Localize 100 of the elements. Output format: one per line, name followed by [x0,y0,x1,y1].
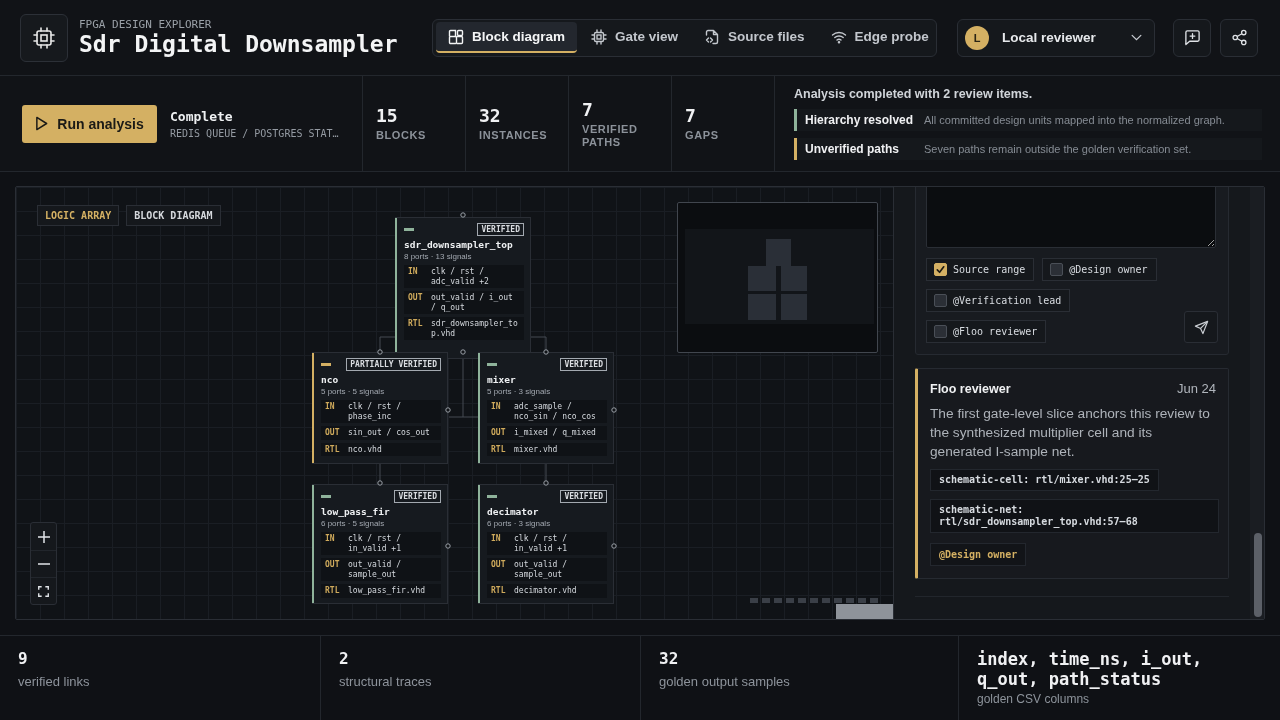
status-badge: VERIFIED [560,490,607,503]
metric-label: structural traces [339,674,433,689]
summary-text: Seven paths remain outside the golden verification set. [924,143,1192,155]
mention-option[interactable]: @Verification lead [926,289,1071,312]
summary-title: Analysis completed with 2 review items. [794,87,1034,102]
summary-label: Hierarchy resolved [804,113,915,127]
scrollbar-thumb[interactable] [1254,533,1262,617]
connector-line [379,336,396,351]
share-button[interactable] [1220,18,1258,57]
stat-label: GAPS [685,129,720,142]
view-tab[interactable]: Gate view [579,22,691,53]
port-icon [460,212,466,218]
port-icon [543,480,549,486]
metric-label: golden output samples [659,674,791,689]
port-direction: IN [491,534,502,545]
diagram-node[interactable]: VERIFIED low_pass_fir 6 ports · 5 signals IN clk / rst / in_valid +1 OUT out_valid / sample_out RTL low_pass_fir.vhd [312,484,448,604]
node-meta: 8 ports · 13 signals [404,252,473,262]
diagram-node[interactable]: VERIFIED decimator 6 ports · 3 signals IN clk / rst / in_valid +1 OUT out_valid / sample_out RTL decimator.vhd [478,484,614,604]
port-signals: out_valid / sample_out [514,560,568,579]
project-title: Sdr Digital Downsampler [79,30,398,58]
port-direction: RTL [325,444,341,454]
reviewer-select[interactable]: L Local reviewer [957,18,1155,57]
stat-label: VERIFIED PATHS [582,122,639,149]
port-signals: clk / rst / in_valid +1 [514,534,568,553]
send-icon [1193,319,1209,335]
checkbox[interactable] [934,325,947,338]
stat-value: 32 [479,105,502,127]
metric-value: 9 [18,649,29,669]
node-meta: 6 ports · 5 signals [321,519,386,529]
port-icon [611,407,617,413]
port-signals: clk / rst / phase_inc [348,402,402,421]
node-title: mixer [487,374,517,386]
layer-tag[interactable]: BLOCK DIAGRAM [126,205,221,226]
port-direction: IN [408,267,419,278]
metric-value: 2 [339,649,350,669]
mention-option[interactable]: @Floo reviewer [926,320,1047,343]
port-icon [377,480,383,486]
port-direction: RTL [325,586,341,596]
node-title: low_pass_fir [321,506,391,518]
node-title: nco [321,374,340,386]
plus-icon [37,530,50,543]
mention-option[interactable]: @Design owner [1042,258,1157,281]
layer-tag[interactable]: LOGIC ARRAY [37,205,120,226]
status-badge: VERIFIED [394,490,441,503]
checkbox[interactable] [1050,263,1064,276]
connector-line [530,336,547,351]
chip-logo-icon [20,13,68,62]
summary-label: Unverified paths [804,142,901,156]
port-icon [543,349,549,355]
metric-label: golden CSV columns [977,692,1091,706]
port-signals: i_mixed / q_mixed [514,428,597,438]
view-tab[interactable]: Source files [692,22,817,53]
status-badge: VERIFIED [477,223,524,236]
port-direction: RTL [491,586,507,596]
port-direction: RTL [491,444,507,454]
diagram-node[interactable]: VERIFIED mixer 5 ports · 3 signals IN adc_sample / nco_sin / nco_cos OUT i_mixed / q_mixed RTL mixer.vhd [478,352,614,464]
minus-icon [37,563,50,565]
stat-value: 15 [376,105,399,127]
diagram-node[interactable]: PARTIALLY VERIFIED nco 5 ports · 5 signals IN clk / rst / phase_inc OUT sin_out / cos_out RTL nco.vhd [312,352,448,464]
comment-date: Jun 24 [1176,381,1216,396]
comment-body: The first gate-level slice anchors this review to the synthesized multiplier cell and its generated I-sample net. [930,405,1211,461]
view-tab[interactable]: Edge probe [818,22,941,53]
port-direction: IN [491,402,502,413]
chevron-down-icon [1131,34,1142,41]
port-direction: OUT [491,560,507,571]
comment-author: Floo reviewer [930,382,1011,396]
port-direction: OUT [408,293,424,304]
port-icon [445,543,451,549]
port-signals: decimator.vhd [514,586,578,596]
run-status: Complete [170,108,234,125]
port-direction: IN [325,534,336,545]
checkbox[interactable] [934,263,947,276]
port-direction: OUT [491,428,507,438]
stat-value: 7 [685,105,697,127]
run-analysis-button[interactable]: Run analysis [22,104,157,143]
diagram-node[interactable]: VERIFIED sdr_downsampler_top 8 ports · 13 signals IN clk / rst / adc_valid +2 OUT out_valid / i_out / q_out RTL sdr_downsampler_top.vhd [395,217,531,359]
avatar: L [965,25,989,50]
view-tab[interactable]: Block diagram [436,22,578,53]
port-signals: mixer.vhd [514,444,559,454]
port-icon [377,349,383,355]
stat-value: 7 [582,98,594,121]
port-signals: clk / rst / in_valid +1 [348,534,402,553]
chip-icon [591,28,608,45]
source-reference[interactable]: schematic-cell: rtl/mixer.vhd:25–25 [930,469,1159,491]
mention-option[interactable]: Source range [926,258,1035,281]
fit-view-icon [38,585,49,597]
add-comment-button[interactable] [1173,18,1211,57]
port-direction: RTL [408,319,424,330]
node-meta: 5 ports · 5 signals [321,387,386,397]
mention-tag: @Design owner [930,543,1027,566]
file-code-icon [704,28,721,45]
source-reference[interactable]: schematic-net: rtl/sdr_downsampler_top.vhd:57–68 [930,499,1219,533]
status-badge: VERIFIED [560,358,607,371]
node-title: decimator [487,506,540,518]
checkbox[interactable] [934,294,947,307]
comment-field[interactable] [926,187,1216,248]
metric-label: verified links [18,674,91,689]
metric-value: index, time_ns, i_out, q_out, path_status [977,649,1204,689]
scroll-thumb[interactable] [836,604,893,619]
send-button[interactable] [1184,311,1218,343]
